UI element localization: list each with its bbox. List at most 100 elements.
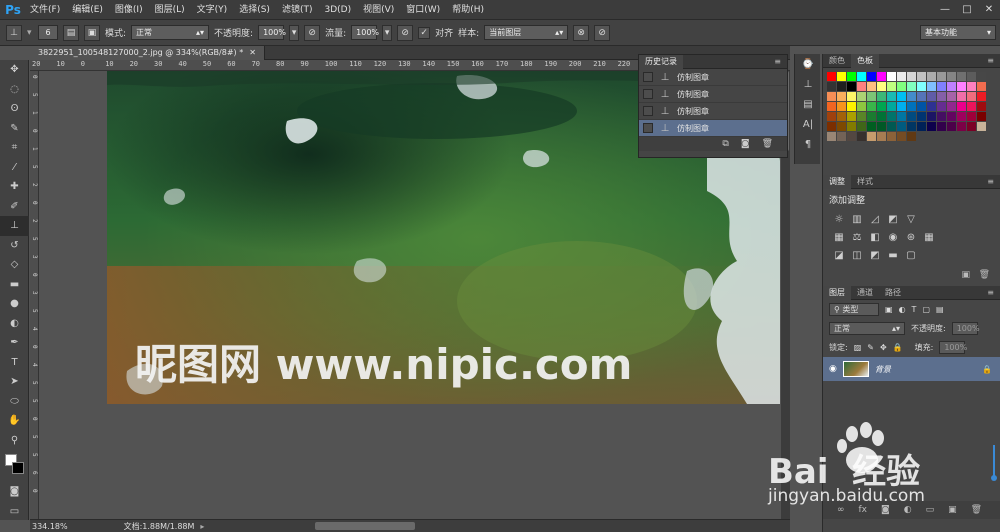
color-swatch[interactable]: [837, 92, 846, 101]
opacity-dropdown-icon[interactable]: ▾: [289, 24, 300, 41]
history-snapshot-checkbox[interactable]: [643, 106, 653, 116]
invert-icon[interactable]: ◪: [833, 249, 845, 261]
color-swatch[interactable]: [847, 92, 856, 101]
menu-item[interactable]: 图层(L): [149, 0, 191, 20]
color-swatch[interactable]: [867, 132, 876, 141]
color-swatch[interactable]: [977, 122, 986, 131]
pen-tool-icon[interactable]: ✒: [0, 333, 29, 353]
color-swatch[interactable]: [857, 122, 866, 131]
gradient-tool-icon[interactable]: ▬: [0, 275, 29, 295]
fill-field[interactable]: 100%: [939, 341, 967, 354]
color-swatch[interactable]: [897, 132, 906, 141]
color-swatch[interactable]: [837, 132, 846, 141]
lock-position-icon[interactable]: ✥: [880, 343, 887, 352]
color-swatch[interactable]: [947, 102, 956, 111]
tab-layers[interactable]: 图层: [823, 285, 851, 300]
new-document-from-state-icon[interactable]: ⧉: [722, 139, 728, 149]
brush-size-field[interactable]: 6: [38, 25, 58, 40]
color-swatch[interactable]: [847, 122, 856, 131]
color-swatch[interactable]: [927, 122, 936, 131]
filter-shape-icon[interactable]: ▢: [922, 305, 930, 314]
color-swatch[interactable]: [937, 102, 946, 111]
gradient-map-icon[interactable]: ▬: [887, 249, 899, 261]
color-swatch[interactable]: [827, 82, 836, 91]
color-swatch[interactable]: [917, 92, 926, 101]
color-swatch[interactable]: [977, 102, 986, 111]
color-swatch[interactable]: [917, 82, 926, 91]
color-balance-icon[interactable]: ⚖: [851, 231, 863, 243]
levels-icon[interactable]: ▥: [851, 213, 863, 225]
color-swatch[interactable]: [907, 112, 916, 121]
color-swatch[interactable]: [887, 132, 896, 141]
color-swatch[interactable]: [967, 102, 976, 111]
color-swatch[interactable]: [887, 82, 896, 91]
color-lookup-icon[interactable]: ▦: [923, 231, 935, 243]
color-swatch[interactable]: [917, 122, 926, 131]
lock-transparent-icon[interactable]: ▨: [854, 343, 862, 352]
color-swatch[interactable]: [937, 72, 946, 81]
color-swatch[interactable]: [827, 122, 836, 131]
color-swatch[interactable]: [907, 132, 916, 141]
pressure-opacity-icon[interactable]: ⊘: [304, 24, 321, 41]
tab-paths[interactable]: 路径: [879, 286, 907, 300]
exposure-icon[interactable]: ◩: [887, 213, 899, 225]
eraser-tool-icon[interactable]: ◇: [0, 255, 29, 275]
tab-styles[interactable]: 样式: [851, 175, 879, 189]
screen-mode-icon[interactable]: ▭: [0, 502, 29, 522]
color-swatch[interactable]: [977, 92, 986, 101]
color-swatch[interactable]: [927, 112, 936, 121]
color-swatch[interactable]: [877, 112, 886, 121]
crop-tool-icon[interactable]: ⌗: [0, 138, 29, 158]
lasso-tool-icon[interactable]: ʘ: [0, 99, 29, 119]
color-swatch[interactable]: [837, 72, 846, 81]
color-swatch[interactable]: [967, 112, 976, 121]
horizontal-scroll-thumb[interactable]: [315, 522, 415, 530]
color-swatch[interactable]: [957, 102, 966, 111]
healing-brush-tool-icon[interactable]: ✚: [0, 177, 29, 197]
color-swatch[interactable]: [947, 122, 956, 131]
history-item[interactable]: ⊥ 仿制图章: [639, 69, 787, 86]
color-swatch[interactable]: [977, 112, 986, 121]
color-swatch[interactable]: [857, 102, 866, 111]
filter-smart-icon[interactable]: ▤: [936, 305, 944, 314]
brush-panel-icon[interactable]: ▤: [795, 94, 821, 114]
vibrance-icon[interactable]: ▦: [833, 231, 845, 243]
status-menu-icon[interactable]: ▸: [200, 522, 204, 531]
color-swatch[interactable]: [877, 92, 886, 101]
color-swatch[interactable]: [857, 72, 866, 81]
gradient-map-triangle-icon[interactable]: ▽: [905, 213, 917, 225]
menu-item[interactable]: 窗口(W): [400, 0, 446, 20]
color-swatch[interactable]: [827, 132, 836, 141]
brush-tool-icon[interactable]: ✐: [0, 197, 29, 217]
threshold-icon[interactable]: ◩: [869, 249, 881, 261]
color-swatch[interactable]: [837, 82, 846, 91]
color-swatch[interactable]: [897, 102, 906, 111]
color-swatch[interactable]: [907, 72, 916, 81]
flow-field[interactable]: 100%: [351, 25, 379, 40]
color-swatch[interactable]: [847, 82, 856, 91]
color-swatch[interactable]: [967, 72, 976, 81]
color-swatch[interactable]: [947, 72, 956, 81]
dodge-tool-icon[interactable]: ◐: [0, 314, 29, 334]
menu-item[interactable]: 视图(V): [357, 0, 400, 20]
layer-row-background[interactable]: ◉ 背景 🔒: [823, 357, 1000, 381]
camera-icon[interactable]: ◙: [741, 139, 750, 149]
color-swatch[interactable]: [867, 122, 876, 131]
clone-stamp-tool-preset-icon[interactable]: ⊥: [6, 24, 22, 41]
color-swatch[interactable]: [877, 102, 886, 111]
color-swatch[interactable]: [837, 122, 846, 131]
document-tab[interactable]: 3822951_100548127000_2.jpg @ 334%(RGB/8#…: [30, 45, 265, 60]
color-swatch[interactable]: [937, 112, 946, 121]
photo-filter-icon[interactable]: ◉: [887, 231, 899, 243]
color-swatch[interactable]: [907, 102, 916, 111]
color-swatch[interactable]: [927, 92, 936, 101]
new-adjustment-layer-icon[interactable]: ▣: [961, 270, 970, 280]
color-swatch[interactable]: [947, 92, 956, 101]
color-swatch[interactable]: [857, 82, 866, 91]
color-swatch[interactable]: [967, 82, 976, 91]
color-swatch[interactable]: [877, 122, 886, 131]
selective-color-icon[interactable]: ▢: [905, 249, 917, 261]
posterize-icon[interactable]: ◫: [851, 249, 863, 261]
color-swatch[interactable]: [857, 112, 866, 121]
character-panel-icon[interactable]: A|: [795, 114, 821, 134]
